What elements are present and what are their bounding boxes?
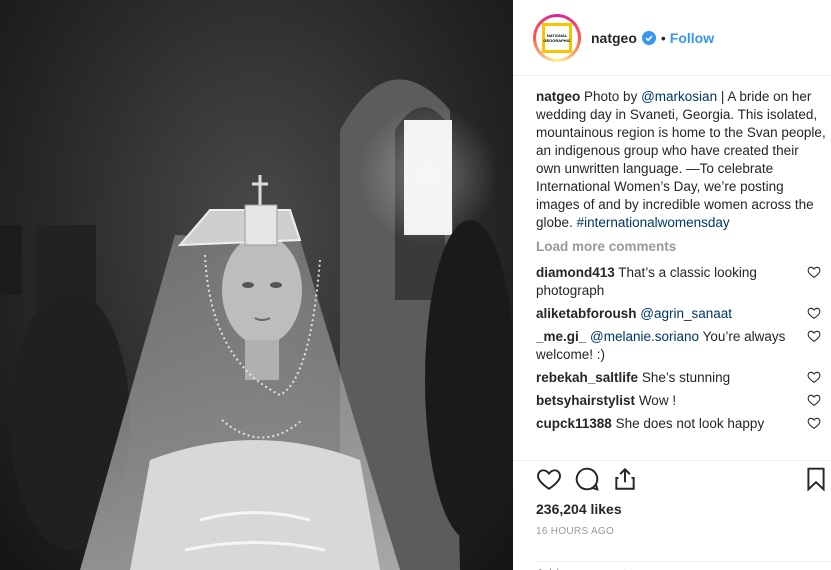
comment-item: diamond413 That’s a classic looking phot… (536, 264, 826, 300)
caption-text-before: Photo by (584, 89, 638, 104)
comment-item: betsyhairstylist Wow ! (536, 392, 826, 410)
caption-username[interactable]: natgeo (536, 89, 580, 104)
bookmark-icon[interactable] (803, 466, 829, 492)
comment-icon[interactable] (574, 466, 600, 492)
verified-badge-icon (641, 30, 656, 45)
comment-username[interactable]: rebekah_saltlife (536, 370, 638, 385)
post-header: NATIONAL GEOGRAPHIC natgeo • Follow (513, 0, 831, 76)
post-side-panel: NATIONAL GEOGRAPHIC natgeo • Follow natg… (513, 0, 831, 570)
bride-photo-illustration (0, 79, 513, 570)
avatar[interactable]: NATIONAL GEOGRAPHIC (533, 13, 581, 62)
comment-username[interactable]: diamond413 (536, 265, 615, 280)
national-geographic-logo: NATIONAL GEOGRAPHIC (542, 22, 572, 53)
add-comment-input[interactable]: Add a comment… (536, 561, 831, 570)
comment-mention[interactable]: @agrin_sanaat (640, 306, 732, 321)
heart-icon[interactable] (807, 306, 821, 320)
share-icon[interactable] (612, 466, 638, 492)
post-actions: 236,204 likes 16 HOURS AGO Add a comment… (513, 460, 831, 570)
follow-button[interactable]: Follow (670, 30, 714, 46)
load-more-comments-button[interactable]: Load more comments (536, 238, 826, 256)
comment-username[interactable]: _me.gi_ (536, 329, 586, 344)
username-link[interactable]: natgeo (591, 30, 637, 46)
comment-username[interactable]: betsyhairstylist (536, 393, 635, 408)
comment-item: cupck11388 She does not look happy (536, 415, 826, 433)
comment-item: _me.gi_ @melanie.soriano You’re always w… (536, 328, 826, 364)
post-photo[interactable] (0, 0, 513, 570)
caption-mention[interactable]: @markosian (641, 89, 717, 104)
comment-mention[interactable]: @melanie.soriano (590, 329, 699, 344)
comment-text: She’s stunning (641, 370, 731, 385)
heart-icon[interactable] (807, 265, 821, 279)
comment-text: She does not look happy (615, 416, 765, 431)
comment-username[interactable]: aliketabforoush (536, 306, 637, 321)
likes-count[interactable]: 236,204 likes (536, 501, 622, 517)
post-timestamp[interactable]: 16 HOURS AGO (536, 526, 614, 537)
caption-text: | A bride on her wedding day in Svaneti,… (536, 89, 826, 230)
heart-icon[interactable] (807, 329, 821, 343)
separator-dot: • (660, 29, 666, 46)
comment-item: rebekah_saltlife She’s stunning (536, 369, 826, 387)
heart-icon[interactable] (807, 416, 821, 430)
comment-item: aliketabforoush @agrin_sanaat (536, 305, 826, 323)
heart-icon[interactable] (536, 466, 562, 492)
heart-icon[interactable] (807, 393, 821, 407)
comment-username[interactable]: cupck11388 (536, 416, 612, 431)
comment-text: Wow ! (638, 393, 677, 408)
caption-hashtag[interactable]: #internationalwomensday (577, 215, 730, 230)
heart-icon[interactable] (807, 370, 821, 384)
post-caption: natgeo Photo by @markosian | A bride on … (536, 88, 826, 232)
comments-list[interactable]: natgeo Photo by @markosian | A bride on … (536, 88, 826, 460)
